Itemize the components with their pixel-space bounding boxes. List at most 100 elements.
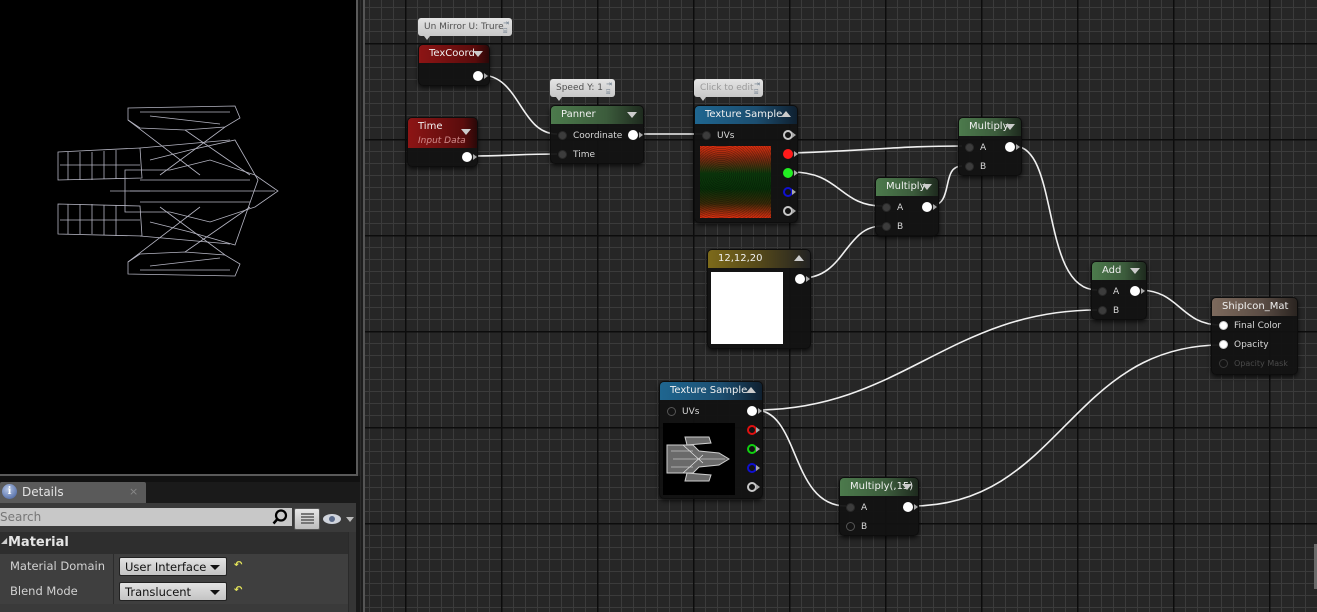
node-header[interactable]: Multiply <box>876 178 938 196</box>
node-header[interactable]: Multiply(,15) <box>840 478 918 496</box>
node-header[interactable]: ShipIcon_Mat <box>1212 298 1297 316</box>
input-pin-b[interactable]: B <box>882 221 903 233</box>
pin-comment-icon[interactable]: ⇥ ⌸ <box>503 19 509 35</box>
output-pin-a[interactable] <box>747 482 760 492</box>
search-input[interactable] <box>0 508 292 526</box>
expand-icon[interactable] <box>746 387 756 393</box>
output-pin[interactable] <box>795 274 810 284</box>
input-pin-uvs[interactable]: UVs <box>702 130 734 142</box>
output-pin[interactable] <box>1005 142 1020 152</box>
node-subtitle: Input Data <box>418 136 466 146</box>
pin-comment-icon[interactable]: ⇥ ⌸ <box>754 80 760 96</box>
node-time[interactable]: Time Input Data <box>407 117 478 167</box>
node-title: ShipIcon_Mat <box>1222 301 1289 312</box>
column-divider[interactable] <box>113 554 114 579</box>
input-pin-b[interactable]: B <box>846 521 867 533</box>
input-pin-b[interactable]: B <box>1098 305 1119 317</box>
output-pin-b[interactable] <box>747 463 760 473</box>
collapse-arrow-icon[interactable]: ◢ <box>1 536 7 545</box>
preview-viewport[interactable] <box>0 0 358 476</box>
eye-icon[interactable] <box>322 511 356 527</box>
details-scrollbar[interactable] <box>348 532 356 612</box>
node-header[interactable]: TexCoord <box>419 45 489 63</box>
node-header[interactable]: Panner <box>551 106 643 124</box>
pin-label: A <box>1113 287 1120 297</box>
node-header[interactable]: Texture Sample <box>695 106 797 124</box>
comment-panner[interactable]: Speed Y: 1 ⇥ ⌸ <box>550 79 615 101</box>
node-header[interactable]: Texture Sample <box>660 382 762 400</box>
node-add[interactable]: Add A B <box>1091 261 1147 320</box>
details-panel: i Details × ◢ Material <box>0 482 360 612</box>
input-pin-final-color[interactable]: Final Color <box>1219 320 1281 332</box>
node-header[interactable]: Multiply <box>959 118 1021 136</box>
details-tab[interactable]: i Details × <box>0 482 146 503</box>
node-header[interactable]: 12,12,20 <box>708 250 810 268</box>
collapse-icon[interactable] <box>902 484 912 490</box>
node-panner[interactable]: Panner Coordinate Time <box>550 105 644 164</box>
node-material-result[interactable]: ShipIcon_Mat Final Color Opacity Opacity… <box>1211 297 1298 375</box>
pin-comment-icon[interactable]: ⇥ ⌸ <box>606 80 612 96</box>
input-pin-a[interactable]: A <box>882 202 903 214</box>
ship-wireframe-preview <box>57 105 279 277</box>
node-multiply-top[interactable]: Multiply A B <box>958 117 1022 176</box>
output-pin[interactable] <box>1130 286 1145 296</box>
output-pin-g[interactable] <box>747 444 760 454</box>
output-pin[interactable] <box>922 202 937 212</box>
category-material[interactable]: ◢ Material <box>0 532 356 554</box>
pin-dot <box>1098 287 1107 296</box>
collapse-icon[interactable] <box>461 129 471 135</box>
reset-to-default-icon[interactable]: ↶ <box>234 560 242 571</box>
collapse-icon[interactable] <box>1005 124 1015 130</box>
property-row-material-domain: Material Domain User Interface ↶ <box>0 554 348 579</box>
column-divider[interactable] <box>113 579 114 604</box>
output-pin[interactable] <box>903 502 918 512</box>
node-header[interactable]: Time Input Data <box>408 118 477 148</box>
close-icon[interactable]: × <box>129 485 138 498</box>
output-pin[interactable] <box>628 130 643 140</box>
input-pin-uvs[interactable]: UVs <box>667 406 699 418</box>
material-domain-dropdown[interactable]: User Interface <box>119 557 227 576</box>
pin-dot <box>846 522 855 531</box>
output-pin-g[interactable] <box>783 168 798 178</box>
input-pin-a[interactable]: A <box>846 502 867 514</box>
output-pin-r[interactable] <box>783 149 798 159</box>
node-multiply-15[interactable]: Multiply(,15) A B <box>839 477 919 536</box>
pin-label: Time <box>573 150 596 160</box>
input-pin-coordinate[interactable]: Coordinate <box>558 130 622 142</box>
pin-label: Opacity Mask <box>1234 359 1288 368</box>
node-texcoord[interactable]: TexCoord <box>418 44 490 86</box>
comment-texture-sample[interactable]: Click to edit ⇥ ⌸ <box>694 79 763 101</box>
output-pin-b[interactable] <box>783 187 796 197</box>
expand-icon[interactable] <box>781 111 791 117</box>
input-pin-opacity[interactable]: Opacity <box>1219 339 1269 351</box>
output-pin-rgb[interactable] <box>747 406 762 416</box>
output-pin[interactable] <box>473 71 488 81</box>
input-pin-a[interactable]: A <box>1098 286 1119 298</box>
input-pin-b[interactable]: B <box>965 161 986 173</box>
blend-mode-dropdown[interactable]: Translucent <box>119 582 227 601</box>
search-row <box>0 508 356 530</box>
reset-to-default-icon[interactable]: ↶ <box>234 585 242 596</box>
output-pin[interactable] <box>462 152 477 162</box>
output-pin-a[interactable] <box>783 206 796 216</box>
node-title: Add <box>1102 265 1122 276</box>
chevron-down-icon <box>210 565 220 570</box>
collapse-icon[interactable] <box>627 112 637 118</box>
collapse-icon[interactable] <box>473 51 483 57</box>
input-pin-opacity-mask[interactable]: Opacity Mask <box>1219 358 1288 370</box>
comment-texcoord[interactable]: Un Mirror U: Trure ⇥ ⌸ <box>418 18 512 40</box>
input-pin-time[interactable]: Time <box>558 149 595 161</box>
pin-label: B <box>897 222 904 232</box>
node-multiply-mid[interactable]: Multiply A B <box>875 177 939 236</box>
search-icon[interactable] <box>272 509 288 525</box>
collapse-icon[interactable] <box>1130 268 1140 274</box>
input-pin-a[interactable]: A <box>965 142 986 154</box>
collapse-icon[interactable] <box>922 184 932 190</box>
expand-icon[interactable] <box>794 255 804 261</box>
comment-text: Un Mirror U: Trure <box>424 22 504 32</box>
node-header[interactable]: Add <box>1092 262 1146 280</box>
output-pin-rgb[interactable] <box>783 130 796 140</box>
output-pin-r[interactable] <box>747 425 760 435</box>
view-options-button[interactable] <box>294 508 320 530</box>
chevron-down-icon <box>210 590 220 595</box>
